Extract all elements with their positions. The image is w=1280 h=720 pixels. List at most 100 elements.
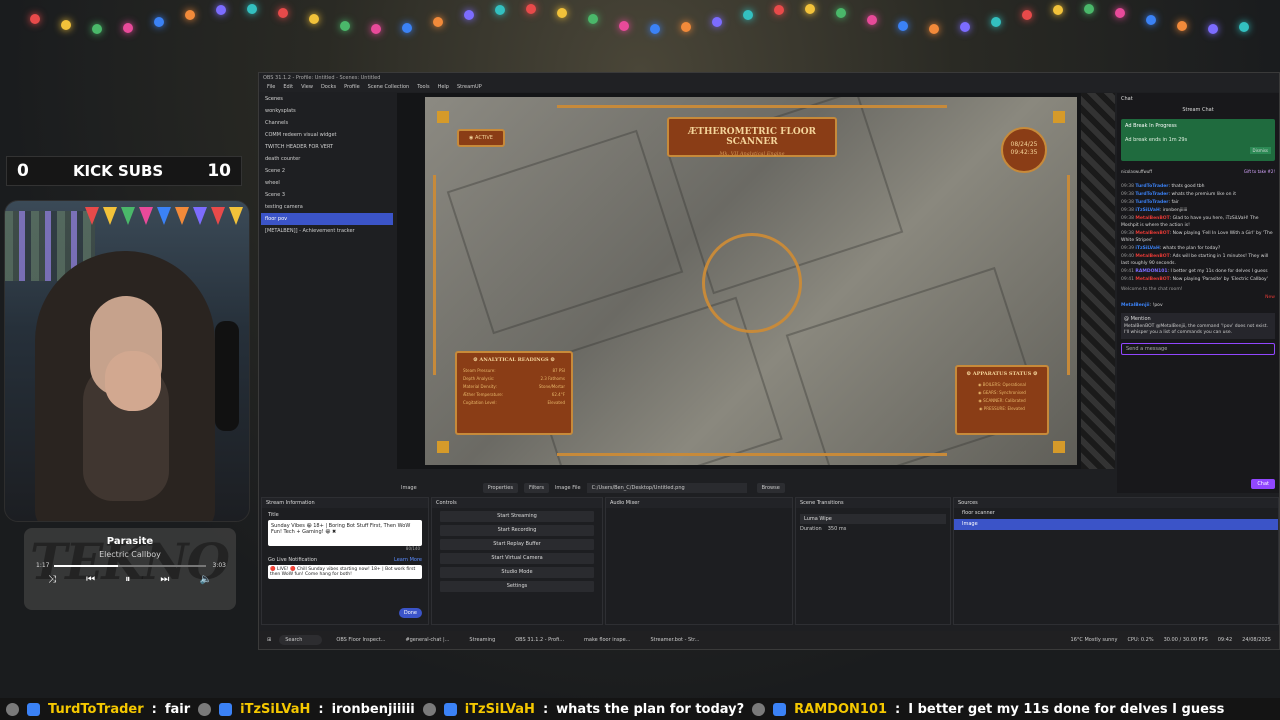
pause-icon[interactable]: ⏸ — [125, 574, 130, 585]
hud-time: 09:42:35 — [1010, 149, 1038, 156]
new-messages-label[interactable]: New — [1117, 294, 1279, 301]
ticker-user: RAMDON101 — [794, 701, 888, 717]
go-live-field[interactable]: 🔴 LIVE! 🔴 Chill Sunday vibes starting no… — [268, 565, 422, 579]
chat-message: 09:41 RAMDON101: I better get my 11s don… — [1121, 268, 1275, 275]
light-bulb — [247, 4, 257, 15]
filters-button[interactable]: Filters — [523, 483, 549, 493]
chat-input[interactable]: Send a message — [1121, 343, 1275, 355]
scene-item[interactable]: [METALBEN]] - Achievement tracker — [261, 225, 393, 237]
controls-dock: Controls Start Streaming Start Recording S… — [431, 497, 603, 625]
chat-username[interactable]: MetalBenBOT — [1135, 254, 1169, 259]
shuffle-icon[interactable]: ⤨ — [48, 574, 56, 585]
chat-username[interactable]: iTzSiLVaH — [1135, 208, 1159, 213]
ad-break-banner: Ad Break In Progress Ad break ends in 1m… — [1121, 119, 1275, 161]
source-item[interactable]: floor scanner — [954, 508, 1278, 519]
windows-start-icon[interactable]: ⊞ — [267, 637, 271, 643]
menu-tools[interactable]: Tools — [417, 84, 429, 91]
chat-username[interactable]: RAMDON101 — [1135, 269, 1167, 274]
browse-button[interactable]: Browse — [756, 483, 785, 493]
chat-username[interactable]: iTzSiLVaH — [1135, 246, 1159, 251]
next-icon[interactable]: ⏭ — [160, 574, 169, 585]
gift-text[interactable]: Gift to take #2! — [1244, 169, 1275, 174]
apparatus-status-line: ◉ BOILERS: Operational — [978, 382, 1026, 387]
done-button[interactable]: Done — [398, 608, 422, 618]
chat-username[interactable]: TurdToTrader — [1135, 192, 1168, 197]
image-file-path[interactable]: C:/Users/Ben_C/Desktop/Untitled.png — [586, 483, 747, 493]
scene-item[interactable]: wonkysplats — [261, 105, 393, 117]
scene-item[interactable]: TWITCH HEADER FOR VERT — [261, 141, 393, 153]
taskbar-app[interactable]: #general-chat |... — [399, 637, 455, 643]
windows-taskbar: ⊞ Search OBS Floor Inspect... #general-ch… — [259, 631, 1279, 649]
gift-banner: nicolaswuffwuff Gift to take #2! — [1121, 163, 1275, 179]
ticker-message: fair — [164, 701, 191, 717]
previous-icon[interactable]: ⏮ — [86, 574, 95, 585]
taskbar-app[interactable]: OBS 31.1.2 - Profi... — [509, 637, 570, 643]
scene-item[interactable]: Channels — [261, 117, 393, 129]
chat-timestamp: 09:38 — [1121, 192, 1134, 197]
chat-username[interactable]: TurdToTrader — [1135, 200, 1168, 205]
scene-item[interactable]: wheel — [261, 177, 393, 189]
menu-scene-collection[interactable]: Scene Collection — [368, 84, 410, 91]
studio-mode-button[interactable]: Studio Mode — [440, 567, 594, 578]
menu-edit[interactable]: Edit — [283, 84, 293, 91]
taskbar-search[interactable]: Search — [279, 635, 323, 645]
light-bulb — [185, 10, 195, 21]
light-bulb — [588, 14, 598, 25]
chat-message: 09:38 TurdToTrader: fair — [1121, 199, 1275, 206]
dismiss-button[interactable]: Dismiss — [1249, 147, 1271, 154]
controls-header: Controls — [432, 498, 602, 508]
light-bulb — [402, 22, 412, 33]
menu-docks[interactable]: Docks — [321, 84, 336, 91]
light-bulb — [1146, 14, 1156, 25]
scene-item[interactable]: Scene 3 — [261, 189, 393, 201]
chat-username[interactable]: MetalBenBOT — [1135, 216, 1169, 221]
platform-icon — [219, 702, 233, 716]
scene-item[interactable]: COMM redeem visual widget — [261, 129, 393, 141]
start-virtual-camera-button[interactable]: Start Virtual Camera — [440, 553, 594, 564]
menu-streamup[interactable]: StreamUP — [457, 84, 482, 91]
chat-username[interactable]: MetalBenBOT — [1135, 277, 1169, 282]
volume-icon[interactable]: 🔈 — [200, 574, 212, 585]
light-bulb — [650, 23, 660, 34]
start-replay-buffer-button[interactable]: Start Replay Buffer — [440, 539, 594, 550]
scene-item[interactable]: death counter — [261, 153, 393, 165]
light-bulb — [433, 17, 443, 28]
settings-button[interactable]: Settings — [440, 581, 594, 592]
hazard-stripes — [1081, 93, 1115, 469]
scene-item[interactable]: floor pov — [261, 213, 393, 225]
song-total: 3:03 — [212, 562, 226, 569]
audio-mixer-header: Audio Mixer — [606, 498, 792, 508]
properties-button[interactable]: Properties — [482, 483, 518, 493]
menu-help[interactable]: Help — [438, 84, 449, 91]
menu-file[interactable]: File — [267, 84, 275, 91]
start-streaming-button[interactable]: Start Streaming — [440, 511, 594, 522]
chat-send-button[interactable]: Chat — [1251, 479, 1275, 489]
menu-profile[interactable]: Profile — [344, 84, 360, 91]
duration-row: Duration 350 ms — [800, 526, 946, 532]
scene-item[interactable]: Scene 2 — [261, 165, 393, 177]
start-recording-button[interactable]: Start Recording — [440, 525, 594, 536]
chat-timestamp: 09:41 — [1121, 269, 1134, 274]
reading-key: Æther Temperature: — [463, 392, 504, 397]
transition-select[interactable]: Luma Wipe — [800, 514, 946, 524]
light-bulb — [960, 22, 970, 33]
taskbar-fps: 30.00 / 30.00 FPS — [1163, 637, 1208, 643]
reading-row: Æther Temperature: 62.4°F — [463, 391, 565, 399]
taskbar-app[interactable]: OBS Floor Inspect... — [330, 637, 391, 643]
light-bulb — [30, 14, 40, 24]
scene-item[interactable]: testing camera — [261, 201, 393, 213]
preview-canvas[interactable]: ◉ ACTIVE ÆTHEROMETRIC FLOOR SCANNER Mk. … — [425, 97, 1077, 465]
light-bulb — [464, 10, 474, 21]
stream-title-field[interactable]: Sunday Vibes 😁 18+ | Boring Bot Stuff Fi… — [268, 520, 422, 546]
learn-more-link[interactable]: Learn More — [394, 557, 422, 563]
analytical-readings-panel: ⚙ ANALYTICAL READINGS ⚙ Steam Pressure: 8… — [455, 351, 573, 435]
taskbar-app[interactable]: Streaming — [463, 637, 501, 643]
preview-area[interactable]: ◉ ACTIVE ÆTHEROMETRIC FLOOR SCANNER Mk. … — [397, 93, 1115, 469]
menu-view[interactable]: View — [301, 84, 313, 91]
source-item[interactable]: Image — [954, 519, 1278, 530]
chat-username[interactable]: TurdToTrader — [1135, 184, 1168, 189]
taskbar-app[interactable]: make floor inspe... — [578, 637, 636, 643]
chat-username[interactable]: MetalBenBOT — [1135, 231, 1169, 236]
taskbar-app[interactable]: Streamer.bot - Str... — [644, 637, 705, 643]
duration-value[interactable]: 350 ms — [828, 526, 847, 532]
